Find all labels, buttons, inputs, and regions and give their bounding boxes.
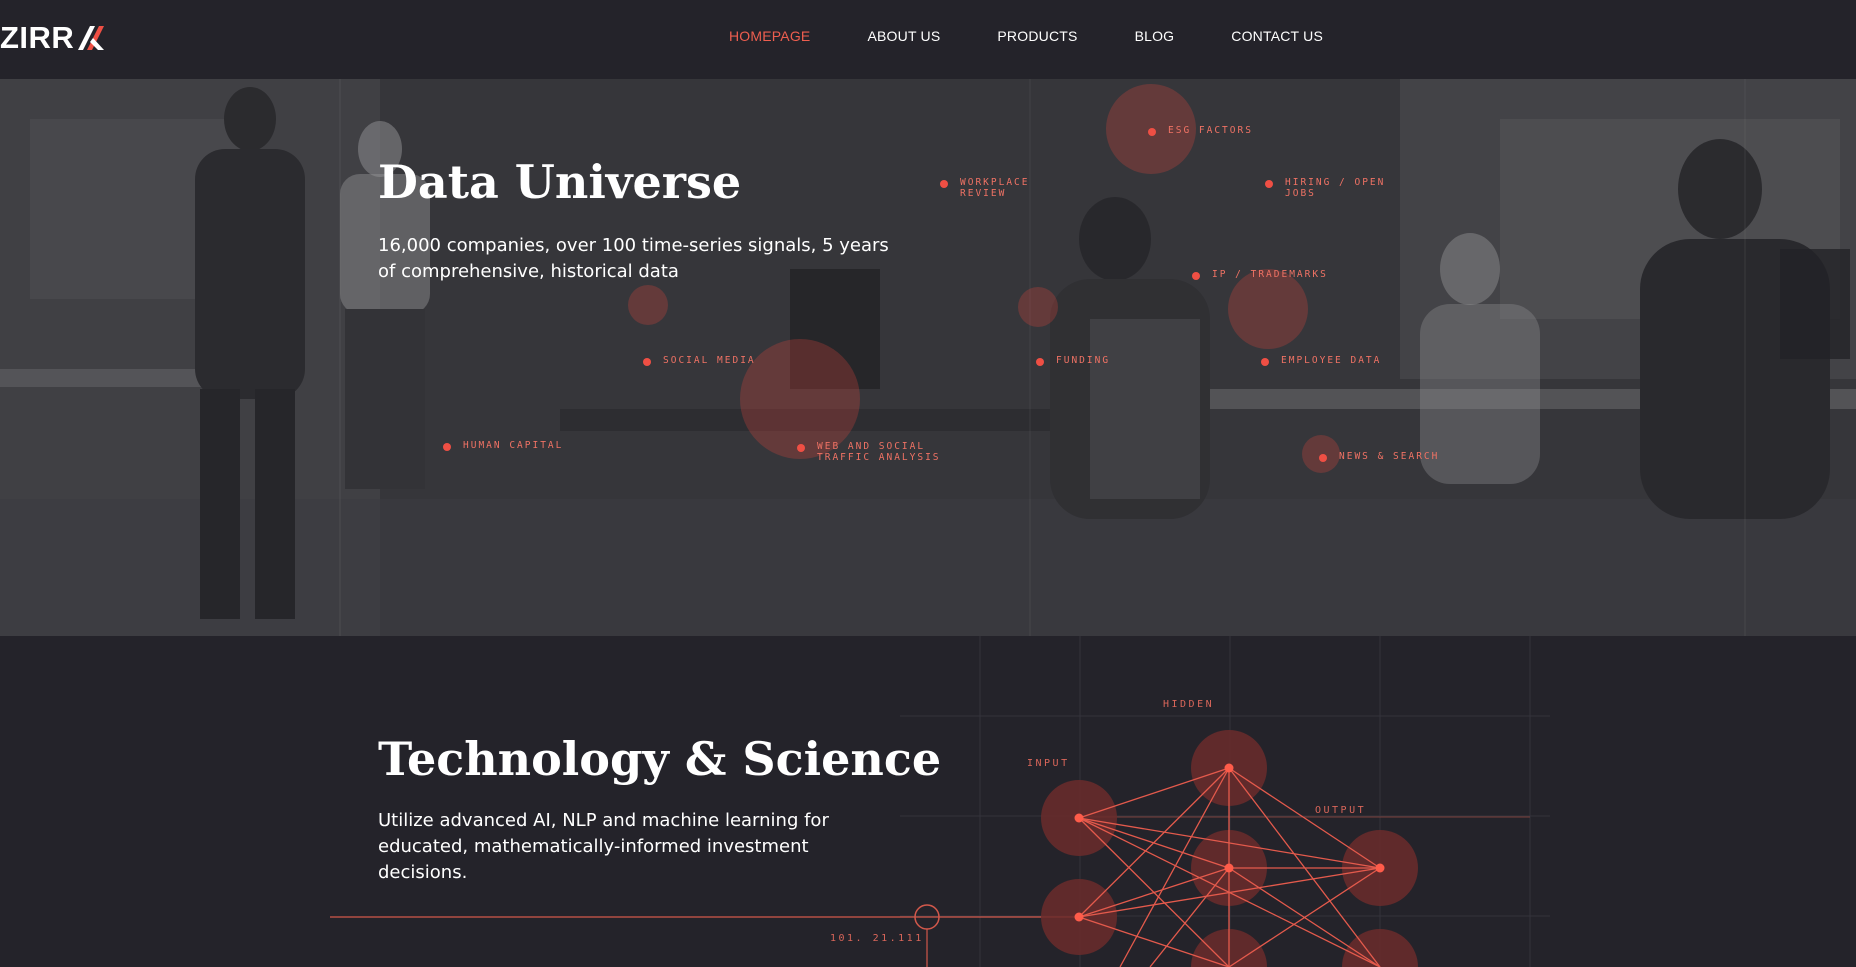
node-input-1	[1074, 813, 1084, 823]
hero-section: Data Universe 16,000 companies, over 100…	[0, 79, 1856, 636]
label-hidden: HIDDEN	[1163, 699, 1214, 710]
tag-social-media[interactable]: SOCIAL MEDIA	[643, 355, 756, 366]
node-hidden-2	[1224, 863, 1234, 873]
tech-title: Technology & Science	[378, 732, 942, 786]
logo[interactable]: ZIRR	[0, 20, 106, 55]
label-input: INPUT	[1027, 758, 1070, 769]
tag-workplace-review[interactable]: WORKPLACE REVIEW	[940, 177, 1029, 199]
label-code: 101. 21.111	[830, 933, 924, 944]
node-hidden-1	[1224, 763, 1234, 773]
hero-subtitle: 16,000 companies, over 100 time-series s…	[378, 235, 889, 282]
nav-blog[interactable]: BLOG	[1135, 28, 1175, 44]
label-output: OUTPUT	[1315, 805, 1366, 816]
logo-mark-icon	[78, 26, 105, 50]
main-menu: HOMEPAGE ABOUT US PRODUCTS BLOG CONTACT …	[729, 28, 1380, 44]
node-output-1	[1375, 863, 1385, 873]
tag-funding[interactable]: FUNDING	[1036, 355, 1110, 366]
tag-dot	[1148, 128, 1156, 136]
tag-human-capital[interactable]: HUMAN CAPITAL	[443, 440, 563, 451]
tag-dot	[443, 443, 451, 451]
technology-section: INPUT HIDDEN OUTPUT 101. 21.111 Technolo…	[0, 636, 1856, 967]
tag-dot	[940, 180, 948, 188]
logo-text: ZIRR	[0, 20, 75, 55]
tag-ip-trademarks[interactable]: IP / TRADEMARKS	[1192, 269, 1328, 280]
tag-news-search[interactable]: NEWS & SEARCH	[1319, 451, 1439, 462]
office-photo-background	[0, 79, 1856, 636]
tag-dot	[1319, 454, 1327, 462]
node-input-2	[1074, 912, 1084, 922]
tag-web-social-traffic[interactable]: WEB AND SOCIAL TRAFFIC ANALYSIS	[797, 441, 941, 463]
tag-esg-factors[interactable]: ESG FACTORS	[1148, 125, 1253, 136]
halo-employee	[1228, 269, 1308, 349]
nav-about-us[interactable]: ABOUT US	[867, 28, 940, 44]
tag-hiring-open-jobs[interactable]: HIRING / OPEN JOBS	[1265, 177, 1385, 199]
halo-output-2	[1342, 929, 1418, 967]
tag-dot	[643, 358, 651, 366]
tag-employee-data[interactable]: EMPLOYEE DATA	[1261, 355, 1381, 366]
halo-social	[628, 285, 668, 325]
tag-dot	[1265, 180, 1273, 188]
tag-dot	[1261, 358, 1269, 366]
nav-homepage[interactable]: HOMEPAGE	[729, 28, 810, 44]
nav-contact-us[interactable]: CONTACT US	[1231, 28, 1323, 44]
tech-subtitle: Utilize advanced AI, NLP and machine lea…	[378, 810, 829, 883]
tag-dot	[1192, 272, 1200, 280]
nav-products[interactable]: PRODUCTS	[997, 28, 1077, 44]
halo-funding	[1018, 287, 1058, 327]
tag-dot	[1036, 358, 1044, 366]
neural-network-diagram: INPUT HIDDEN OUTPUT 101. 21.111	[330, 636, 1550, 967]
hero-title: Data Universe	[378, 155, 742, 209]
tag-dot	[797, 444, 805, 452]
top-navigation: ZIRR HOMEPAGE ABOUT US PRODUCTS BLOG CON…	[0, 0, 1856, 79]
